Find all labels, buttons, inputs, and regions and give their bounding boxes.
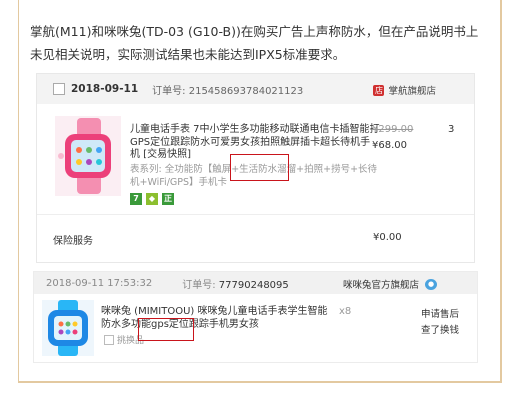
blue-watch-icon [48, 300, 88, 356]
product-2-quantity: x8 [339, 306, 352, 317]
highlight-box-waterproof-1 [230, 154, 289, 181]
shop-icon: 店 [373, 84, 385, 96]
product-1-quantity: 3 [448, 124, 455, 135]
highlight-box-waterproof-2 [138, 318, 194, 341]
order-2-number-label: 订单号: [182, 279, 219, 291]
order-1-header: 2018-09-11 订单号: 215458693784021123 店 掌航旗… [37, 74, 474, 104]
apply-after-sale-link[interactable]: 申请售后 [421, 306, 459, 320]
order-1-checkbox[interactable] [53, 83, 65, 95]
pink-watch-icon [58, 118, 111, 194]
article-line-2: 未见相关说明，实际测试结果也未能达到IPX5标准要求。 [30, 47, 346, 62]
product-1-thumbnail[interactable] [55, 116, 121, 196]
article-line-1: 掌航(M11)和咪咪兔(TD-03 (G10-B))在购买广告上声称防水，但在产… [30, 24, 479, 39]
product-2-thumbnail[interactable] [42, 300, 94, 356]
article-text: 掌航(M11)和咪咪兔(TD-03 (G10-B))在购买广告上声称防水，但在产… [30, 20, 500, 66]
order-2-item: 咪咪兔 (MIMITOOU) 咪咪兔儿童电话手表学生智能防水多功能gps定位跟踪… [34, 294, 477, 362]
product-1-badges: 7 ◆ 正 [130, 193, 174, 205]
insurance-price: ¥0.00 [373, 232, 402, 243]
order-2-header: 2018-09-11 17:53:32 订单号: 77790248095 咪咪兔… [34, 272, 477, 294]
genuine-badge: 正 [162, 193, 174, 205]
insurance-label: 保险服务 [53, 236, 93, 247]
product-1-price: ¥68.00 [372, 140, 407, 151]
order-1-shop-name: 掌航旗舰店 [388, 86, 436, 97]
order-2-shop-name: 咪咪兔官方旗舰店 [342, 280, 419, 291]
shield-badge-icon: ◆ [146, 193, 158, 205]
order-card-2: 2018-09-11 17:53:32 订单号: 77790248095 咪咪兔… [33, 271, 478, 363]
order-1-shop[interactable]: 店 掌航旗舰店 [373, 83, 436, 97]
order-1-number: 订单号: 215458693784021123 [152, 85, 304, 97]
chat-icon[interactable]: ● [425, 278, 437, 290]
order-2-shop[interactable]: 咪咪兔官方旗舰店 ● [343, 277, 437, 291]
insurance-row: 保险服务 ¥0.00 [37, 215, 474, 264]
product-2-title[interactable]: 咪咪兔 (MIMITOOU) 咪咪兔儿童电话手表学生智能防水多功能gps定位跟踪… [101, 306, 331, 331]
seven-day-return-badge: 7 [130, 193, 142, 205]
second-action-link[interactable]: 查了换钱 [421, 322, 459, 336]
order-2-number: 77790248095 [218, 279, 289, 291]
product-1-original-price: ¥299.00 [372, 124, 414, 135]
order-2-number-wrap: 订单号: 77790248095 [182, 276, 289, 291]
return-icon [104, 334, 114, 345]
order-1-date: 2018-09-11 [71, 83, 139, 95]
order-2-date: 2018-09-11 17:53:32 [46, 277, 153, 289]
